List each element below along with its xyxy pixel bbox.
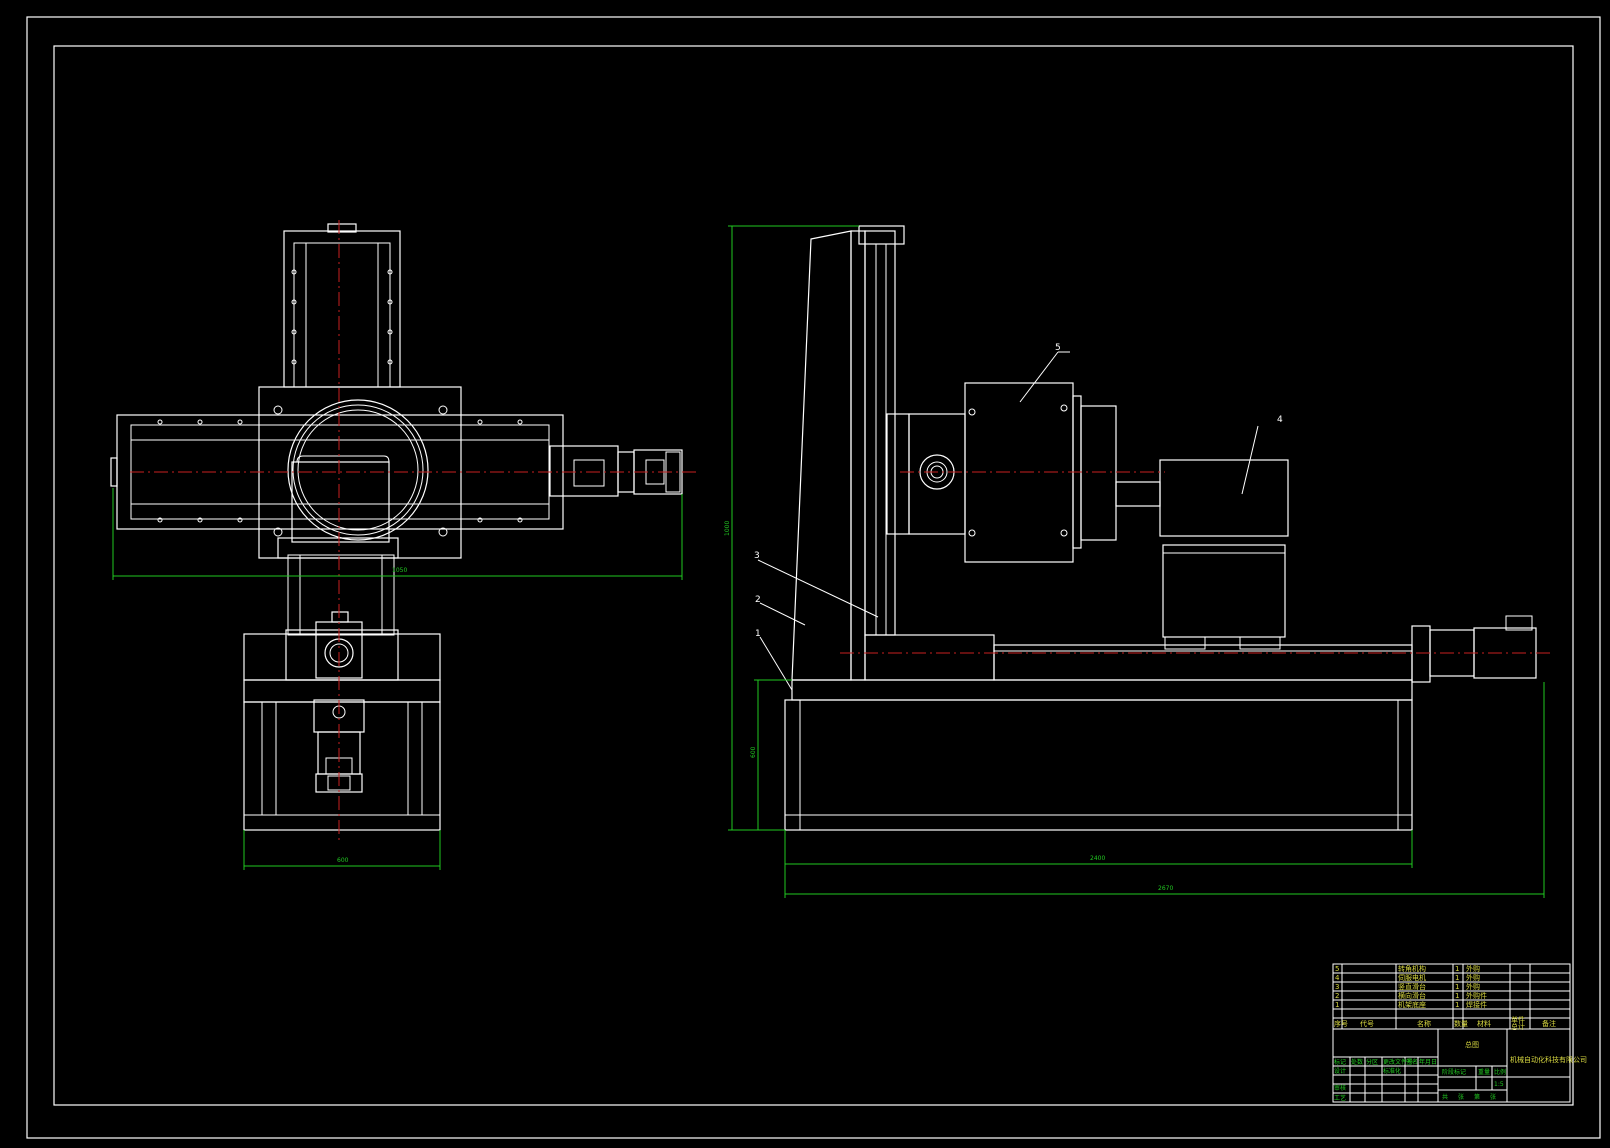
callout-1: 1 <box>755 629 761 639</box>
title-block <box>1332 963 1571 1103</box>
header-total-weight: 总计 <box>1511 1022 1525 1031</box>
front-view <box>110 223 683 831</box>
side-centerlines <box>840 471 1550 654</box>
sign-label: 年月日 <box>1419 1058 1437 1066</box>
part-no: 5 <box>1335 965 1339 973</box>
side-base-height-dimension-label: 600 <box>750 746 757 758</box>
part-no: 4 <box>1335 974 1340 982</box>
part-name: 伺服电机 <box>1398 973 1426 982</box>
stage-label: 阶段标记 <box>1442 1068 1466 1076</box>
scale-label: 比例 <box>1494 1068 1506 1076</box>
part-qty: 1 <box>1455 983 1459 991</box>
header-no: 序号 <box>1334 1019 1348 1028</box>
side-view <box>784 225 1537 831</box>
sheet-label: 第 <box>1474 1093 1480 1101</box>
sheet-label: 张 <box>1490 1093 1496 1101</box>
part-note: 外购件 <box>1466 991 1487 1000</box>
column-holes <box>291 269 393 365</box>
callout-5: 5 <box>1055 343 1061 353</box>
part-name: 横向滑台 <box>1398 991 1426 1000</box>
sheet-border <box>26 16 1601 1139</box>
parts-list: 5 转角机构 1 外购 4 伺服电机 1 外购 3 竖直滑台 1 外购 2 横向… <box>1335 964 1487 1009</box>
part-note: 外购 <box>1466 964 1480 973</box>
header-code: 代号 <box>1360 1019 1374 1028</box>
part-note: 焊接件 <box>1466 1000 1487 1009</box>
part-note: 外购 <box>1466 982 1480 991</box>
callout-4: 4 <box>1277 415 1283 425</box>
side-base-length-dimension-label: 2400 <box>1090 855 1105 862</box>
sign-label: 处数 <box>1351 1058 1363 1066</box>
company-name: 机械自动化科技有限公司 <box>1510 1055 1587 1064</box>
part-qty: 1 <box>1455 992 1459 1000</box>
cad-drawing-canvas: 1050 600 1 2 3 4 5 1000 600 2400 2670 5 … <box>26 16 1601 1139</box>
rotary-unit-holes <box>968 404 1068 537</box>
part-no: 3 <box>1335 983 1339 991</box>
sheet-label: 张 <box>1458 1093 1464 1101</box>
rail-holes <box>157 419 523 523</box>
weight-label: 重量 <box>1478 1068 1490 1076</box>
part-name: 机架底座 <box>1398 1000 1426 1009</box>
header-qty: 数量 <box>1454 1019 1468 1028</box>
header-note: 备注 <box>1542 1019 1556 1028</box>
part-qty: 1 <box>1455 974 1459 982</box>
side-total-length-dimension-label: 2670 <box>1158 885 1173 892</box>
part-qty: 1 <box>1455 965 1459 973</box>
part-note: 外购 <box>1466 973 1480 982</box>
part-name: 竖直滑台 <box>1398 982 1426 991</box>
sheet-label: 共 <box>1442 1093 1448 1101</box>
sign-label: 签名 <box>1406 1058 1418 1066</box>
part-name: 转角机构 <box>1398 964 1426 973</box>
header-material: 材料 <box>1477 1019 1491 1028</box>
role-label: 审核 <box>1334 1084 1346 1092</box>
scale-value: 1:5 <box>1494 1081 1504 1088</box>
part-no: 1 <box>1335 1001 1339 1009</box>
front-centerlines <box>130 220 700 840</box>
drawing-title: 总图 <box>1465 1040 1479 1049</box>
part-qty: 1 <box>1455 1001 1459 1009</box>
sign-label: 标记 <box>1334 1058 1346 1066</box>
role-label: 设计 <box>1334 1067 1346 1075</box>
role-label: 工艺 <box>1334 1094 1346 1102</box>
header-name: 名称 <box>1417 1019 1431 1028</box>
part-no: 2 <box>1335 992 1339 1000</box>
callout-3: 3 <box>754 551 760 561</box>
front-width-dimension-label: 1050 <box>392 567 407 574</box>
sign-label: 分区 <box>1366 1058 1378 1066</box>
std-label: 标准化 <box>1383 1067 1401 1075</box>
callout-leaders <box>757 351 1259 691</box>
callout-2: 2 <box>755 595 761 605</box>
side-height-dimension-label: 1000 <box>724 521 731 536</box>
front-bottom-width-dimension-label: 600 <box>337 857 349 864</box>
